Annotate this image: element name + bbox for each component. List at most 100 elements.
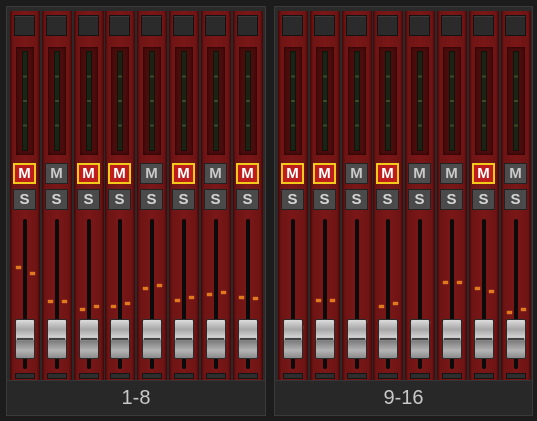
mute-button[interactable]: M	[408, 163, 431, 184]
mute-button[interactable]: M	[313, 163, 336, 184]
mute-button[interactable]: M	[504, 163, 527, 184]
mute-button[interactable]: M	[13, 163, 36, 184]
volume-indicator-left	[507, 311, 512, 314]
strip-footer-button[interactable]	[79, 373, 99, 379]
fader-handle[interactable]	[442, 319, 462, 359]
fader-handle[interactable]	[142, 319, 162, 359]
bank-label[interactable]: 1-8	[7, 380, 265, 415]
solo-button[interactable]: S	[204, 189, 227, 210]
strip-footer-button[interactable]	[506, 373, 526, 379]
volume-indicator-right	[330, 299, 335, 302]
strip-footer-button[interactable]	[315, 373, 335, 379]
level-meter	[290, 51, 296, 151]
solo-button[interactable]: S	[376, 189, 399, 210]
level-meter	[149, 51, 155, 151]
channel-select-button[interactable]	[314, 15, 335, 36]
mute-button[interactable]: M	[236, 163, 259, 184]
channel-strip: MS	[105, 11, 135, 381]
solo-button[interactable]: S	[472, 189, 495, 210]
solo-button[interactable]: S	[313, 189, 336, 210]
mute-button[interactable]: M	[345, 163, 368, 184]
level-meter	[22, 51, 28, 151]
channel-select-button[interactable]	[441, 15, 462, 36]
solo-button[interactable]: S	[408, 189, 431, 210]
solo-button[interactable]: S	[440, 189, 463, 210]
channel-select-button[interactable]	[14, 15, 35, 36]
volume-indicator-right	[30, 272, 35, 275]
strip-footer-button[interactable]	[347, 373, 367, 379]
strip-footer-button[interactable]	[410, 373, 430, 379]
solo-button[interactable]: S	[13, 189, 36, 210]
fader-handle[interactable]	[79, 319, 99, 359]
solo-button[interactable]: S	[172, 189, 195, 210]
channel-select-button[interactable]	[78, 15, 99, 36]
strip-footer-button[interactable]	[206, 373, 226, 379]
channel-select-button[interactable]	[109, 15, 130, 36]
channel-select-button[interactable]	[282, 15, 303, 36]
volume-indicator-left	[48, 300, 53, 303]
level-meter	[213, 51, 219, 151]
channel-select-button[interactable]	[346, 15, 367, 36]
fader-handle[interactable]	[238, 319, 258, 359]
solo-button[interactable]: S	[504, 189, 527, 210]
volume-indicator-left	[207, 293, 212, 296]
solo-button[interactable]: S	[77, 189, 100, 210]
mute-button[interactable]: M	[45, 163, 68, 184]
channel-strip: MS	[405, 11, 435, 381]
mute-button[interactable]: M	[108, 163, 131, 184]
fader-handle[interactable]	[378, 319, 398, 359]
mute-button[interactable]: M	[172, 163, 195, 184]
solo-button[interactable]: S	[108, 189, 131, 210]
channel-select-button[interactable]	[46, 15, 67, 36]
strip-footer-button[interactable]	[474, 373, 494, 379]
volume-indicator-right	[489, 290, 494, 293]
channel-select-button[interactable]	[205, 15, 226, 36]
strip-footer-button[interactable]	[15, 373, 35, 379]
mute-button[interactable]: M	[281, 163, 304, 184]
channel-select-button[interactable]	[505, 15, 526, 36]
strip-footer-button[interactable]	[142, 373, 162, 379]
strip-footer-button[interactable]	[283, 373, 303, 379]
solo-button[interactable]: S	[45, 189, 68, 210]
mute-button[interactable]: M	[472, 163, 495, 184]
mute-button[interactable]: M	[140, 163, 163, 184]
solo-button[interactable]: S	[236, 189, 259, 210]
volume-indicator-left	[379, 305, 384, 308]
channel-select-button[interactable]	[377, 15, 398, 36]
channel-select-button[interactable]	[409, 15, 430, 36]
fader-handle[interactable]	[474, 319, 494, 359]
fader-handle[interactable]	[410, 319, 430, 359]
fader-handle[interactable]	[347, 319, 367, 359]
volume-indicator-left	[16, 266, 21, 269]
strip-footer-button[interactable]	[442, 373, 462, 379]
mute-button[interactable]: M	[204, 163, 227, 184]
channel-select-button[interactable]	[473, 15, 494, 36]
fader-handle[interactable]	[15, 319, 35, 359]
level-meter	[245, 51, 251, 151]
channel-strip: MS	[201, 11, 231, 381]
strip-footer-button[interactable]	[378, 373, 398, 379]
channel-strip: MS	[501, 11, 531, 381]
fader-handle[interactable]	[283, 319, 303, 359]
fader-handle[interactable]	[506, 319, 526, 359]
mute-button[interactable]: M	[376, 163, 399, 184]
fader-handle[interactable]	[174, 319, 194, 359]
strip-footer-button[interactable]	[110, 373, 130, 379]
mute-button[interactable]: M	[440, 163, 463, 184]
channel-select-button[interactable]	[141, 15, 162, 36]
strip-footer-button[interactable]	[238, 373, 258, 379]
solo-button[interactable]: S	[281, 189, 304, 210]
channel-select-button[interactable]	[173, 15, 194, 36]
fader-handle[interactable]	[110, 319, 130, 359]
bank-label[interactable]: 9-16	[275, 380, 532, 415]
channel-strip: MS	[373, 11, 403, 381]
fader-handle[interactable]	[206, 319, 226, 359]
strip-footer-button[interactable]	[47, 373, 67, 379]
fader-handle[interactable]	[315, 319, 335, 359]
solo-button[interactable]: S	[345, 189, 368, 210]
fader-handle[interactable]	[47, 319, 67, 359]
solo-button[interactable]: S	[140, 189, 163, 210]
mute-button[interactable]: M	[77, 163, 100, 184]
channel-select-button[interactable]	[237, 15, 258, 36]
strip-footer-button[interactable]	[174, 373, 194, 379]
